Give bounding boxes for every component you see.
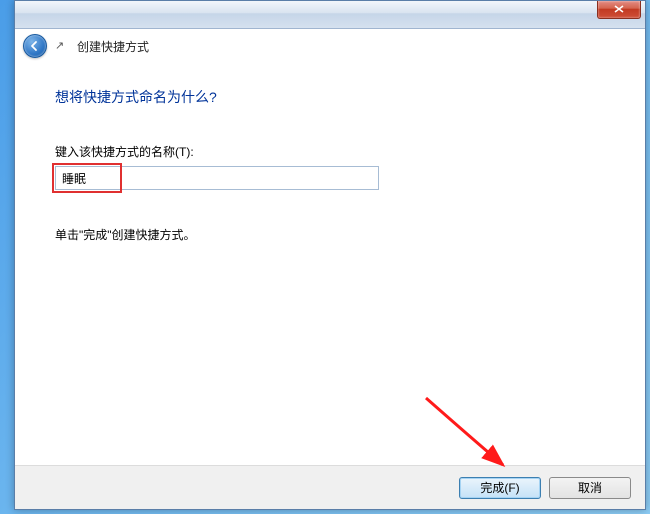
back-arrow-icon — [29, 40, 41, 52]
close-icon — [614, 5, 624, 13]
wizard-content: 想将快捷方式命名为什么? 键入该快捷方式的名称(T): 单击"完成"创建快捷方式… — [15, 63, 645, 243]
shortcut-name-input[interactable] — [55, 166, 379, 190]
hint-text: 单击"完成"创建快捷方式。 — [55, 226, 605, 243]
input-wrap — [55, 166, 379, 190]
wizard-title: 创建快捷方式 — [77, 38, 149, 55]
close-button[interactable] — [597, 1, 641, 19]
titlebar — [15, 1, 645, 29]
cancel-button[interactable]: 取消 — [549, 477, 631, 499]
shortcut-icon: ↗ — [55, 39, 69, 53]
wizard-header: ↗ 创建快捷方式 — [15, 29, 645, 63]
input-label: 键入该快捷方式的名称(T): — [55, 143, 605, 160]
wizard-window: ↗ 创建快捷方式 想将快捷方式命名为什么? 键入该快捷方式的名称(T): 单击"… — [14, 0, 646, 510]
wizard-footer: 完成(F) 取消 — [15, 465, 645, 509]
page-heading: 想将快捷方式命名为什么? — [55, 87, 605, 107]
finish-button[interactable]: 完成(F) — [459, 477, 541, 499]
back-button[interactable] — [23, 34, 47, 58]
